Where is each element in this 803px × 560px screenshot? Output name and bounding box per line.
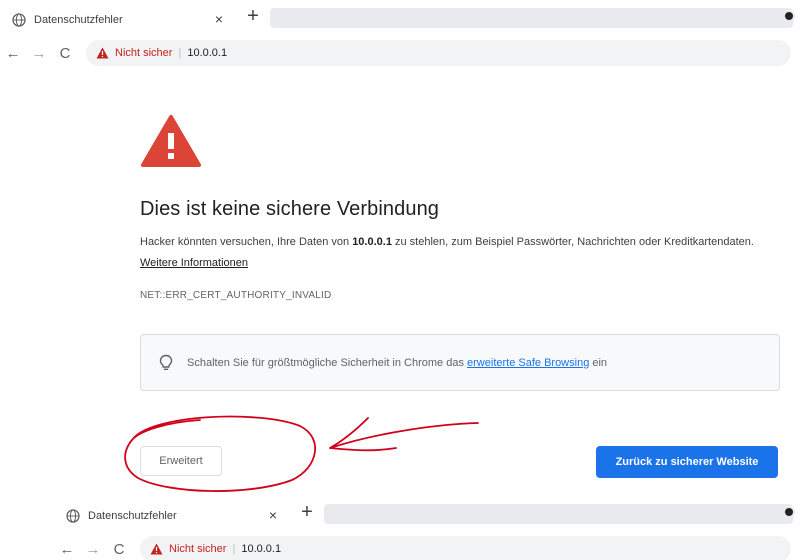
new-tab-button[interactable]: + bbox=[296, 502, 318, 524]
description-text-continued: zu stehlen, zum Beispiel Passwörter, Nac… bbox=[391, 236, 754, 248]
more-info-link[interactable]: Weitere Informationen bbox=[140, 257, 248, 269]
browser-chrome-duplicate: Datenschutzfehler × + ← → C Nicht sicher… bbox=[54, 496, 803, 560]
lightbulb-icon bbox=[159, 354, 173, 372]
tab-strip: Datenschutzfehler × + bbox=[0, 0, 803, 36]
reload-button[interactable]: C bbox=[106, 541, 132, 558]
warning-triangle-icon[interactable] bbox=[150, 543, 163, 555]
forward-button[interactable]: → bbox=[80, 541, 106, 558]
description-text: Hacker könnten versuchen, Ihre Daten von bbox=[140, 236, 353, 248]
safe-browsing-text: Schalten Sie für größtmögliche Sicherhei… bbox=[187, 357, 607, 369]
back-button[interactable]: ← bbox=[0, 45, 26, 62]
tab-strip-background bbox=[324, 504, 793, 524]
safe-browsing-text-before: Schalten Sie für größtmögliche Sicherhei… bbox=[187, 356, 468, 369]
warning-triangle-icon[interactable] bbox=[96, 47, 109, 59]
new-tab-button[interactable]: + bbox=[242, 6, 264, 28]
url-text[interactable]: 10.0.0.1 bbox=[187, 47, 227, 59]
error-description: Hacker könnten versuchen, Ihre Daten von… bbox=[140, 232, 780, 274]
safe-browsing-banner: Schalten Sie für größtmögliche Sicherhei… bbox=[140, 334, 780, 391]
host-name: 10.0.0.1 bbox=[352, 236, 392, 248]
safe-browsing-link[interactable]: erweiterte Safe Browsing bbox=[467, 357, 589, 369]
url-text[interactable]: 10.0.0.1 bbox=[241, 543, 281, 555]
tab-strip-background bbox=[270, 8, 793, 28]
annotation-arrow bbox=[329, 417, 479, 452]
toolbar: ← → C Nicht sicher | 10.0.0.1 bbox=[54, 532, 803, 560]
page-title: Dies ist keine sichere Verbindung bbox=[140, 198, 440, 220]
reload-button[interactable]: C bbox=[52, 45, 78, 62]
tab-datenschutzfehler[interactable]: Datenschutzfehler × bbox=[6, 6, 231, 34]
browser-chrome: Datenschutzfehler × + ← → C Nicht sicher… bbox=[0, 0, 803, 72]
toolbar: ← → C Nicht sicher | 10.0.0.1 bbox=[0, 36, 803, 70]
profile-avatar-icon[interactable] bbox=[783, 10, 795, 22]
security-status[interactable]: Nicht sicher bbox=[169, 543, 226, 555]
forward-button[interactable]: → bbox=[26, 45, 52, 62]
warning-triangle-icon bbox=[140, 114, 202, 168]
address-bar[interactable]: Nicht sicher | 10.0.0.1 bbox=[86, 40, 791, 66]
tab-title: Datenschutzfehler bbox=[34, 14, 123, 26]
omnibox-separator: | bbox=[178, 47, 182, 59]
advanced-button[interactable]: Erweitert bbox=[140, 446, 222, 476]
error-code[interactable]: NET::ERR_CERT_AUTHORITY_INVALID bbox=[140, 290, 331, 301]
globe-icon bbox=[66, 509, 80, 523]
tab-datenschutzfehler[interactable]: Datenschutzfehler × bbox=[60, 502, 285, 530]
profile-avatar-icon[interactable] bbox=[783, 506, 795, 518]
back-button[interactable]: ← bbox=[54, 541, 80, 558]
tab-close-icon[interactable]: × bbox=[269, 507, 277, 523]
tab-close-icon[interactable]: × bbox=[215, 11, 223, 27]
address-bar[interactable]: Nicht sicher | 10.0.0.1 bbox=[140, 536, 791, 560]
safe-browsing-text-after: ein bbox=[589, 356, 608, 369]
back-to-safety-button[interactable]: Zurück zu sicherer Website bbox=[596, 446, 778, 478]
security-status[interactable]: Nicht sicher bbox=[115, 47, 172, 59]
globe-icon bbox=[12, 13, 26, 27]
tab-strip: Datenschutzfehler × + bbox=[54, 496, 803, 532]
tab-title: Datenschutzfehler bbox=[88, 510, 177, 522]
omnibox-separator: | bbox=[232, 543, 236, 555]
